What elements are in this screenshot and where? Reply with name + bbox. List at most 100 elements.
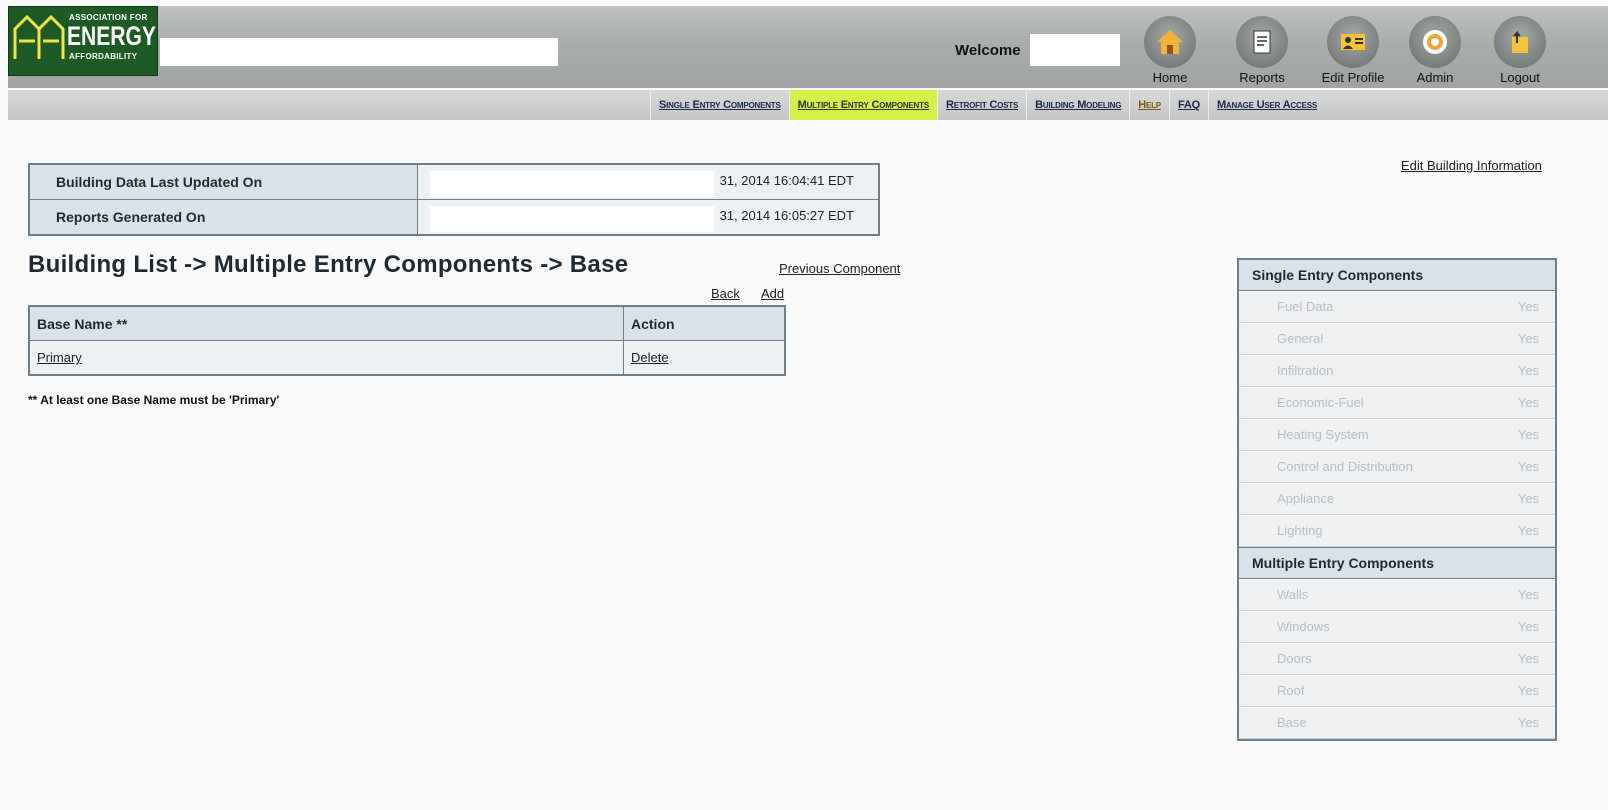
- back-link[interactable]: Back: [711, 286, 740, 301]
- nav-edit-profile-label: Edit Profile: [1321, 70, 1385, 85]
- sidebar-header-single: Single Entry Components: [1239, 260, 1555, 291]
- sidebar-item[interactable]: Control and Distribution Yes: [1239, 451, 1555, 483]
- sidebar-item-status: Yes: [1517, 331, 1539, 346]
- delete-link[interactable]: Delete: [631, 350, 669, 365]
- main-menu: Single Entry Components Multiple Entry C…: [650, 90, 1325, 120]
- sidebar-item-status: Yes: [1517, 619, 1539, 634]
- sidebar-item[interactable]: Windows Yes: [1239, 611, 1555, 643]
- redacted-date: [430, 206, 714, 232]
- sidebar-item[interactable]: Appliance Yes: [1239, 483, 1555, 515]
- nav-edit-profile[interactable]: Edit Profile: [1313, 16, 1393, 88]
- sidebar-item-status: Yes: [1517, 491, 1539, 506]
- menu-faq[interactable]: FAQ: [1168, 90, 1208, 120]
- sidebar-item-status: Yes: [1517, 523, 1539, 538]
- sidebar-item-status: Yes: [1517, 587, 1539, 602]
- sidebar-item[interactable]: Lighting Yes: [1239, 515, 1555, 547]
- home-icon: [1157, 30, 1183, 54]
- menu-building-modeling[interactable]: Building Modeling: [1026, 90, 1129, 120]
- table-row: Building Data Last Updated On 31, 2014 1…: [28, 163, 880, 200]
- sidebar-item-status: Yes: [1517, 683, 1539, 698]
- header-blank-field: [160, 38, 558, 66]
- sidebar-item[interactable]: Fuel Data Yes: [1239, 291, 1555, 323]
- sidebar-item-label: Economic-Fuel: [1277, 395, 1364, 410]
- sidebar-item-label: Doors: [1277, 651, 1312, 666]
- reports-generated-label: Reports Generated On: [28, 199, 418, 236]
- nav-admin-label: Admin: [1416, 70, 1454, 85]
- reports-generated-value: 31, 2014 16:05:27 EDT: [719, 208, 854, 223]
- logo-mark-icon: [13, 15, 65, 59]
- logo-text-bottom: AFFORDABILITY: [69, 52, 138, 61]
- sidebar-item[interactable]: Roof Yes: [1239, 675, 1555, 707]
- nav-admin[interactable]: Admin: [1395, 16, 1475, 88]
- menu-single-entry-components[interactable]: Single Entry Components: [650, 90, 789, 120]
- menu-multiple-entry-components[interactable]: Multiple Entry Components: [788, 90, 937, 120]
- sidebar-item-label: Windows: [1277, 619, 1330, 634]
- action-cell: Delete: [623, 340, 786, 376]
- sidebar-item-status: Yes: [1517, 363, 1539, 378]
- base-name-cell: Primary: [28, 340, 624, 376]
- sidebar-item-label: Roof: [1277, 683, 1305, 698]
- sidebar-item-status: Yes: [1517, 299, 1539, 314]
- sidebar-item-status: Yes: [1517, 459, 1539, 474]
- last-updated-label: Building Data Last Updated On: [28, 163, 418, 200]
- sidebar-item-label: General: [1277, 331, 1324, 346]
- nav-home-label: Home: [1152, 70, 1188, 85]
- sidebar-item[interactable]: Base Yes: [1239, 707, 1555, 739]
- sidebar-item-label: Heating System: [1277, 427, 1369, 442]
- component-status-sidebar: Single Entry Components Fuel Data Yes Gen…: [1237, 258, 1557, 741]
- nav-home[interactable]: Home: [1130, 16, 1210, 88]
- menu-help[interactable]: Help: [1129, 90, 1169, 120]
- sidebar-item[interactable]: Economic-Fuel Yes: [1239, 387, 1555, 419]
- sidebar-item-label: Lighting: [1277, 523, 1323, 538]
- logout-icon: [1512, 30, 1528, 53]
- base-table: Base Name ** Action Primary Delete: [28, 305, 786, 376]
- nav-logout-label: Logout: [1500, 70, 1540, 85]
- previous-component-link[interactable]: Previous Component: [779, 261, 900, 276]
- main-menu-bar: Single Entry Components Multiple Entry C…: [8, 90, 1608, 120]
- table-row: Reports Generated On 31, 2014 16:05:27 E…: [28, 199, 880, 236]
- table-row: Primary Delete: [28, 340, 786, 376]
- edit-building-information-link[interactable]: Edit Building Information: [1401, 158, 1542, 173]
- sidebar-item[interactable]: Infiltration Yes: [1239, 355, 1555, 387]
- add-link[interactable]: Add: [761, 286, 784, 301]
- sidebar-item[interactable]: Heating System Yes: [1239, 419, 1555, 451]
- welcome-user-name: [1030, 34, 1120, 66]
- edit-profile-icon: [1341, 34, 1365, 50]
- column-header-base-name: Base Name **: [28, 305, 624, 341]
- site-header: ASSOCIATION FOR ENERGY AFFORDABILITY Wel…: [8, 6, 1608, 88]
- menu-retrofit-costs[interactable]: Retrofit Costs: [936, 90, 1026, 120]
- nav-logout[interactable]: Logout: [1480, 16, 1560, 88]
- table-header-row: Base Name ** Action: [28, 305, 786, 341]
- last-updated-value: 31, 2014 16:04:41 EDT: [719, 173, 854, 188]
- welcome-text: Welcome: [955, 42, 1021, 59]
- sidebar-item-label: Control and Distribution: [1277, 459, 1413, 474]
- admin-icon: [1423, 30, 1447, 54]
- last-updated-cell: 31, 2014 16:04:41 EDT: [417, 163, 880, 200]
- redacted-date: [430, 171, 714, 197]
- sidebar-item-label: Walls: [1277, 587, 1309, 602]
- sidebar-item-status: Yes: [1517, 715, 1539, 730]
- sidebar-item-label: Fuel Data: [1277, 299, 1334, 314]
- sidebar-item-status: Yes: [1517, 395, 1539, 410]
- reports-icon: [1253, 30, 1271, 54]
- sidebar-item[interactable]: Walls Yes: [1239, 579, 1555, 611]
- sidebar-item-status: Yes: [1517, 651, 1539, 666]
- building-info-table: Building Data Last Updated On 31, 2014 1…: [28, 163, 880, 236]
- page-title: Building List -> Multiple Entry Componen…: [28, 251, 629, 278]
- base-name-link[interactable]: Primary: [37, 350, 82, 365]
- aea-logo[interactable]: ASSOCIATION FOR ENERGY AFFORDABILITY: [8, 6, 158, 76]
- sidebar-item[interactable]: Doors Yes: [1239, 643, 1555, 675]
- column-header-action: Action: [623, 305, 786, 341]
- footnote: ** At least one Base Name must be 'Prima…: [28, 393, 280, 407]
- reports-generated-cell: 31, 2014 16:05:27 EDT: [417, 199, 880, 236]
- sidebar-item-label: Infiltration: [1277, 363, 1334, 378]
- menu-manage-user-access[interactable]: Manage User Access: [1207, 90, 1325, 120]
- sidebar-item-label: Base: [1277, 715, 1307, 730]
- sidebar-item[interactable]: General Yes: [1239, 323, 1555, 355]
- sidebar-header-multiple: Multiple Entry Components: [1239, 547, 1555, 579]
- nav-reports-label: Reports: [1239, 70, 1285, 85]
- nav-reports[interactable]: Reports: [1222, 16, 1302, 88]
- sidebar-item-status: Yes: [1517, 427, 1539, 442]
- sidebar-item-label: Appliance: [1277, 491, 1335, 506]
- logo-text-main: ENERGY: [67, 21, 156, 51]
